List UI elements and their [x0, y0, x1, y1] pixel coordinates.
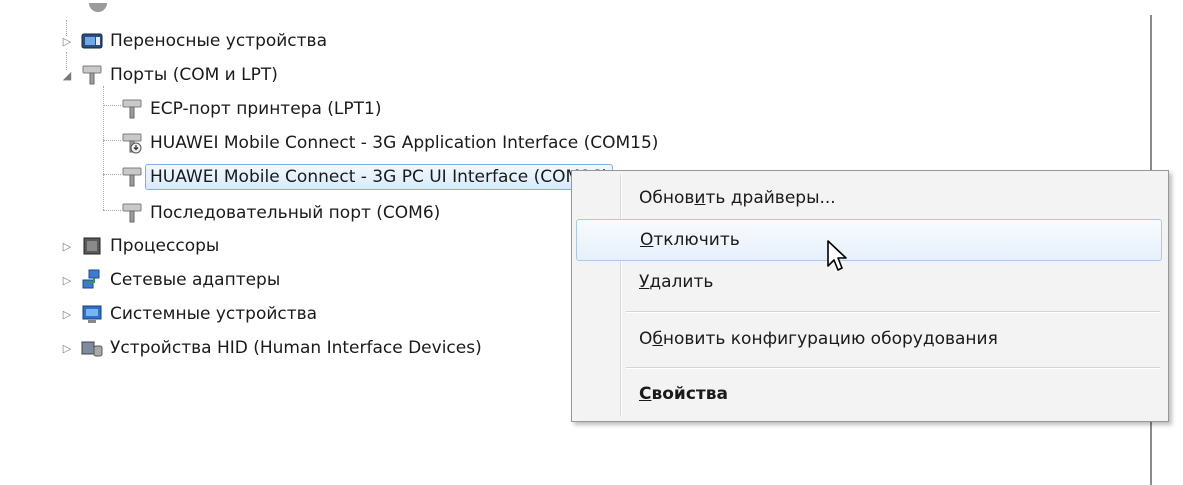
partial-row-top — [60, 0, 560, 12]
tree-item-label: Устройства HID (Human Interface Devices) — [110, 338, 482, 358]
tree-item-processors[interactable]: ▷ Процессоры — [60, 229, 220, 263]
tree-item-serial-port[interactable]: Последовательный порт (COM6) — [120, 196, 440, 230]
context-menu: Обновить драйверы... Отключить Удалить О… — [571, 170, 1169, 422]
network-adapter-icon — [80, 268, 104, 292]
tree-item-label: Последовательный порт (COM6) — [150, 203, 441, 223]
port-connector-icon — [80, 63, 104, 87]
menu-item-disable[interactable]: Отключить — [576, 219, 1162, 261]
expand-arrow-icon[interactable]: ▷ — [60, 307, 74, 321]
tree-item-ecp-port[interactable]: ECP-порт принтера (LPT1) — [120, 92, 381, 126]
system-devices-icon — [80, 302, 104, 326]
partial-row-icon — [89, 0, 107, 12]
tree-item-huawei-pc-ui-interface[interactable]: HUAWEI Mobile Connect - 3G PC UI Interfa… — [120, 160, 614, 194]
tree-item-label: HUAWEI Mobile Connect - 3G PC UI Interfa… — [145, 164, 614, 190]
port-disabled-icon — [120, 131, 144, 155]
port-connector-icon — [120, 165, 144, 189]
tree-item-ports[interactable]: ◢ Порты (COM и LPT) — [60, 58, 278, 92]
menu-item-scan-hardware[interactable]: Обновить конфигурацию оборудования — [576, 318, 1162, 360]
port-connector-icon — [120, 97, 144, 121]
tree-item-label: Процессоры — [110, 236, 220, 256]
tree-item-label: Переносные устройства — [110, 31, 327, 51]
portable-device-icon — [80, 29, 104, 53]
expand-arrow-icon[interactable]: ▷ — [60, 273, 74, 287]
tree-item-hid-devices[interactable]: ▷ Устройства HID (Human Interface Device… — [60, 331, 482, 365]
tree-item-label: ECP-порт принтера (LPT1) — [150, 99, 382, 119]
expand-arrow-icon[interactable]: ▷ — [60, 34, 74, 48]
tree-item-label: Сетевые адаптеры — [110, 270, 281, 290]
expand-arrow-icon[interactable]: ▷ — [60, 239, 74, 253]
processor-icon — [80, 234, 104, 258]
menu-item-properties[interactable]: Свойства — [576, 373, 1162, 415]
collapse-arrow-icon[interactable]: ◢ — [60, 68, 74, 82]
tree-item-label: Системные устройства — [110, 304, 318, 324]
expand-arrow-icon[interactable]: ▷ — [60, 341, 74, 355]
menu-item-update-drivers[interactable]: Обновить драйверы... — [576, 177, 1162, 219]
tree-item-network-adapters[interactable]: ▷ Сетевые адаптеры — [60, 263, 280, 297]
port-connector-icon — [120, 201, 144, 225]
menu-separator — [626, 367, 1160, 369]
mouse-cursor-icon — [827, 240, 847, 271]
tree-item-huawei-app-interface[interactable]: HUAWEI Mobile Connect - 3G Application I… — [120, 126, 658, 160]
tree-item-system-devices[interactable]: ▷ Системные устройства — [60, 297, 317, 331]
hid-devices-icon — [80, 336, 104, 360]
tree-item-label: Порты (COM и LPT) — [110, 65, 278, 85]
tree-item-portable-devices[interactable]: ▷ Переносные устройства — [60, 24, 327, 58]
menu-separator — [626, 311, 1160, 313]
tree-item-label: HUAWEI Mobile Connect - 3G Application I… — [150, 133, 659, 153]
menu-item-delete[interactable]: Удалить — [576, 261, 1162, 303]
